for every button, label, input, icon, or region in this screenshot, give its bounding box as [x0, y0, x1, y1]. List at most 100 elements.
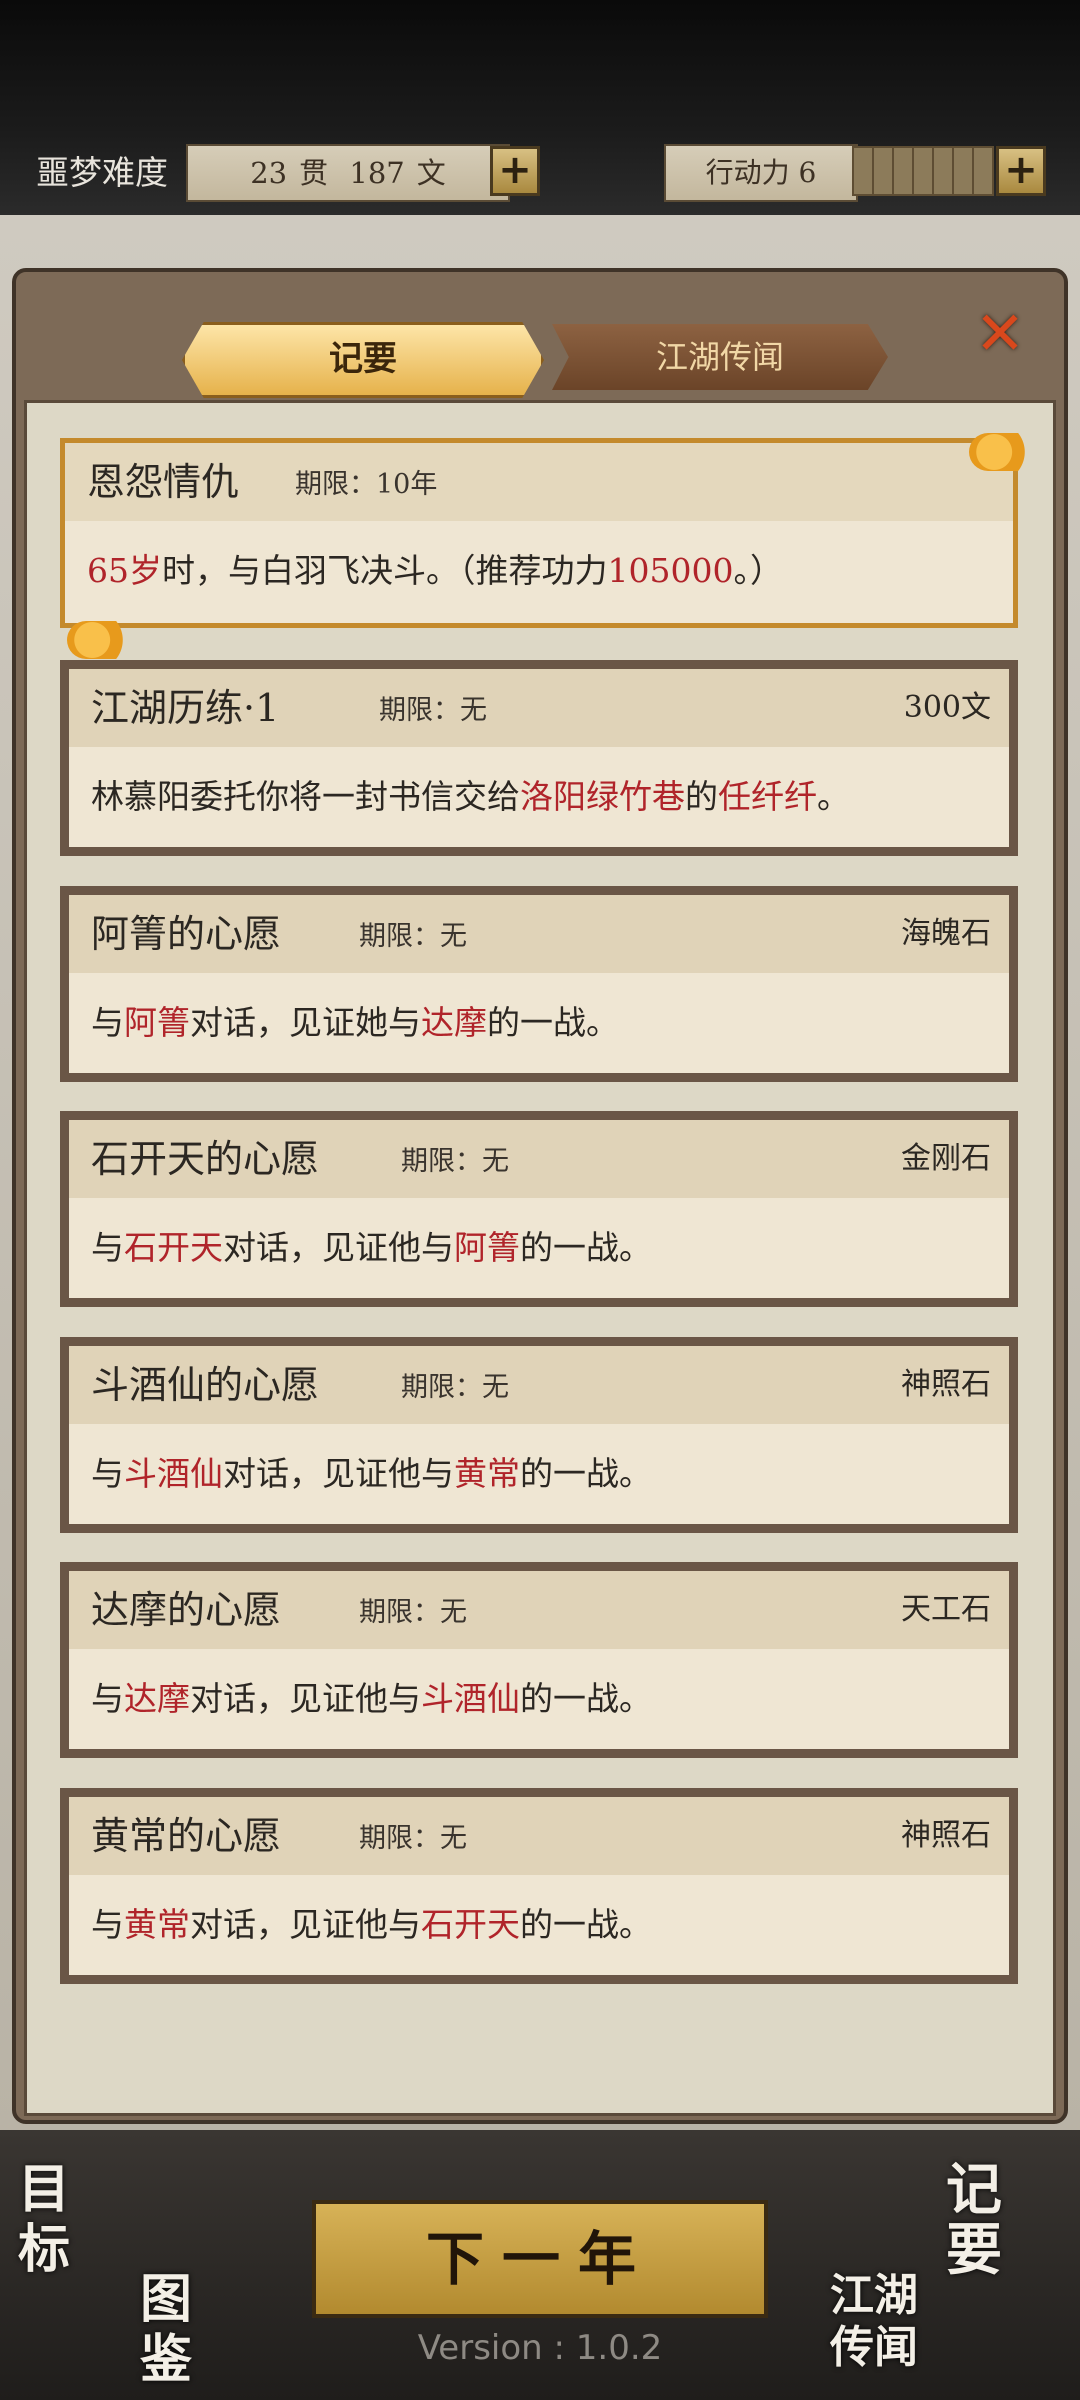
quest-text: 。	[817, 777, 850, 816]
quest-title: 阿箐的心愿	[91, 912, 282, 956]
quest-reward: 金刚石	[901, 1141, 991, 1176]
quest-title: 斗酒仙的心愿	[91, 1363, 320, 1407]
next-year-button[interactable]: 下一年	[312, 2200, 768, 2318]
quest-text: 林慕阳委托你将一封书信交给	[91, 777, 520, 816]
quest-keyword: 达摩	[124, 1679, 190, 1718]
quest-text: 的	[685, 777, 718, 816]
quest-text: 对话，见证他与	[223, 1454, 454, 1493]
version-label: Version : 1.0.2	[417, 2328, 663, 2368]
money-guan-unit: 贯	[299, 156, 329, 190]
quest-description: 与石开天对话，见证他与阿箐的一战。	[91, 1200, 652, 1296]
quest-keyword: 洛阳绿竹巷	[520, 777, 685, 816]
quest-reward: 神照石	[901, 1367, 991, 1402]
add-money-button[interactable]: +	[490, 146, 540, 196]
quest-keyword: 石开天	[124, 1228, 223, 1267]
quest-card-header: 达摩的心愿 期限：无 天工石	[69, 1571, 1009, 1649]
quest-text: 的一战。	[520, 1454, 652, 1493]
quest-text: 与	[91, 1228, 124, 1267]
quest-text: 对话，见证他与	[190, 1679, 421, 1718]
quest-description: 与阿箐对话，见证她与达摩的一战。	[91, 975, 619, 1071]
quest-text: 的一战。	[520, 1228, 652, 1267]
money-wen-unit: 文	[416, 156, 446, 190]
quest-keyword: 65岁	[87, 551, 162, 590]
quest-card-header: 斗酒仙的心愿 期限：无 神照石	[69, 1346, 1009, 1424]
quest-card[interactable]: 斗酒仙的心愿 期限：无 神照石与斗酒仙对话，见证他与黄常的一战。	[60, 1337, 1018, 1533]
difficulty-label: 噩梦难度	[36, 153, 168, 192]
quest-text: 对话，见证她与	[190, 1003, 421, 1042]
quest-text: 。）	[733, 551, 783, 590]
quest-description: 与达摩对话，见证他与斗酒仙的一战。	[91, 1651, 652, 1747]
quest-text: 时，与白羽飞决斗。（推荐功力	[162, 551, 608, 590]
quest-card-header: 阿箐的心愿 期限：无 海魄石	[69, 895, 1009, 973]
quest-reward: 神照石	[901, 1818, 991, 1853]
quest-text: 的一战。	[520, 1905, 652, 1944]
quest-keyword: 达摩	[421, 1003, 487, 1042]
quest-title: 黄常的心愿	[91, 1814, 282, 1858]
quest-card[interactable]: 恩怨情仇 期限：10年 65岁时，与白羽飞决斗。（推荐功力105000。）	[60, 433, 1041, 659]
quest-time-limit: 期限：10年	[295, 443, 437, 523]
quest-text: 的一战。	[487, 1003, 619, 1042]
quest-time-limit: 期限：无	[359, 1571, 467, 1651]
tab-rumors[interactable]: 江湖传闻	[552, 324, 888, 390]
quest-text: 对话，见证他与	[223, 1228, 454, 1267]
quest-keyword: 斗酒仙	[421, 1679, 520, 1718]
quest-time-limit-label: 期限：	[379, 695, 460, 726]
quest-description: 65岁时，与白羽飞决斗。（推荐功力105000。）	[87, 523, 783, 619]
action-points-value: 6	[798, 156, 817, 189]
cloud-ornament-icon	[969, 433, 1041, 471]
quest-card-header: 恩怨情仇 期限：10年	[65, 443, 1013, 521]
quest-time-limit-label: 期限：	[295, 469, 376, 500]
quest-time-limit-value: 无	[482, 1372, 509, 1403]
quest-time-limit-value: 无	[440, 921, 467, 952]
quest-card-header: 石开天的心愿 期限：无 金刚石	[69, 1120, 1009, 1198]
action-points-display: 行动力 6	[664, 144, 858, 202]
quest-reward: 300文	[903, 690, 991, 725]
quest-text: 与	[91, 1454, 124, 1493]
quest-reward: 海魄石	[901, 916, 991, 951]
cloud-ornament-icon	[67, 621, 139, 659]
quest-title: 恩怨情仇	[87, 460, 240, 504]
quest-description: 与黄常对话，见证他与石开天的一战。	[91, 1877, 652, 1973]
quest-time-limit: 期限：无	[359, 895, 467, 975]
quest-keyword: 斗酒仙	[124, 1454, 223, 1493]
quest-card[interactable]: 黄常的心愿 期限：无 神照石与黄常对话，见证他与石开天的一战。	[60, 1788, 1018, 1984]
quest-card-header: 江湖历练·1 期限：无 300文	[69, 669, 1009, 747]
quest-time-limit: 期限：无	[401, 1120, 509, 1200]
quest-keyword: 阿箐	[454, 1228, 520, 1267]
quest-description: 林慕阳委托你将一封书信交给洛阳绿竹巷的任纤纤。	[91, 749, 850, 845]
quest-keyword: 黄常	[124, 1905, 190, 1944]
tab-notes[interactable]: 记要	[182, 322, 544, 398]
quest-time-limit-label: 期限：	[359, 1823, 440, 1854]
quest-card[interactable]: 阿箐的心愿 期限：无 海魄石与阿箐对话，见证她与达摩的一战。	[60, 886, 1018, 1082]
add-action-points-button[interactable]: +	[996, 146, 1046, 196]
quest-time-limit-value: 无	[440, 1597, 467, 1628]
money-guan-value: 23	[250, 156, 288, 190]
quest-description: 与斗酒仙对话，见证他与黄常的一战。	[91, 1426, 652, 1522]
quest-time-limit-label: 期限：	[359, 1597, 440, 1628]
quest-time-limit-label: 期限：	[401, 1146, 482, 1177]
close-icon[interactable]: ✕	[970, 304, 1030, 364]
quest-reward: 天工石	[901, 1592, 991, 1627]
quest-card-header: 黄常的心愿 期限：无 神照石	[69, 1797, 1009, 1875]
quest-card[interactable]: 江湖历练·1 期限：无 300文林慕阳委托你将一封书信交给洛阳绿竹巷的任纤纤。	[60, 660, 1018, 856]
money-display: 23 贯 187 文	[186, 144, 510, 202]
quest-title: 石开天的心愿	[91, 1137, 320, 1181]
quest-keyword: 105000	[607, 551, 734, 590]
quest-card[interactable]: 达摩的心愿 期限：无 天工石 与达摩对话，见证他与斗酒仙的一战。	[60, 1562, 1018, 1758]
quest-time-limit-label: 期限：	[359, 921, 440, 952]
quest-keyword: 黄常	[454, 1454, 520, 1493]
quest-time-limit-value: 无	[482, 1146, 509, 1177]
action-points-bar	[852, 146, 994, 196]
quest-time-limit: 期限：无	[401, 1346, 509, 1426]
quest-keyword: 阿箐	[124, 1003, 190, 1042]
quest-text: 与	[91, 1679, 124, 1718]
quest-title: 江湖历练·1	[91, 686, 280, 730]
notes-button[interactable]: 记要	[946, 2160, 1056, 2280]
quest-time-limit-value: 无	[460, 695, 487, 726]
quest-text: 对话，见证他与	[190, 1905, 421, 1944]
quest-card[interactable]: 石开天的心愿 期限：无 金刚石与石开天对话，见证他与阿箐的一战。	[60, 1111, 1018, 1307]
quest-time-limit-value: 无	[440, 1823, 467, 1854]
quest-time-limit-value: 10年	[376, 469, 438, 500]
goal-button[interactable]: 目标	[18, 2160, 78, 2280]
quest-time-limit: 期限：无	[379, 669, 487, 749]
